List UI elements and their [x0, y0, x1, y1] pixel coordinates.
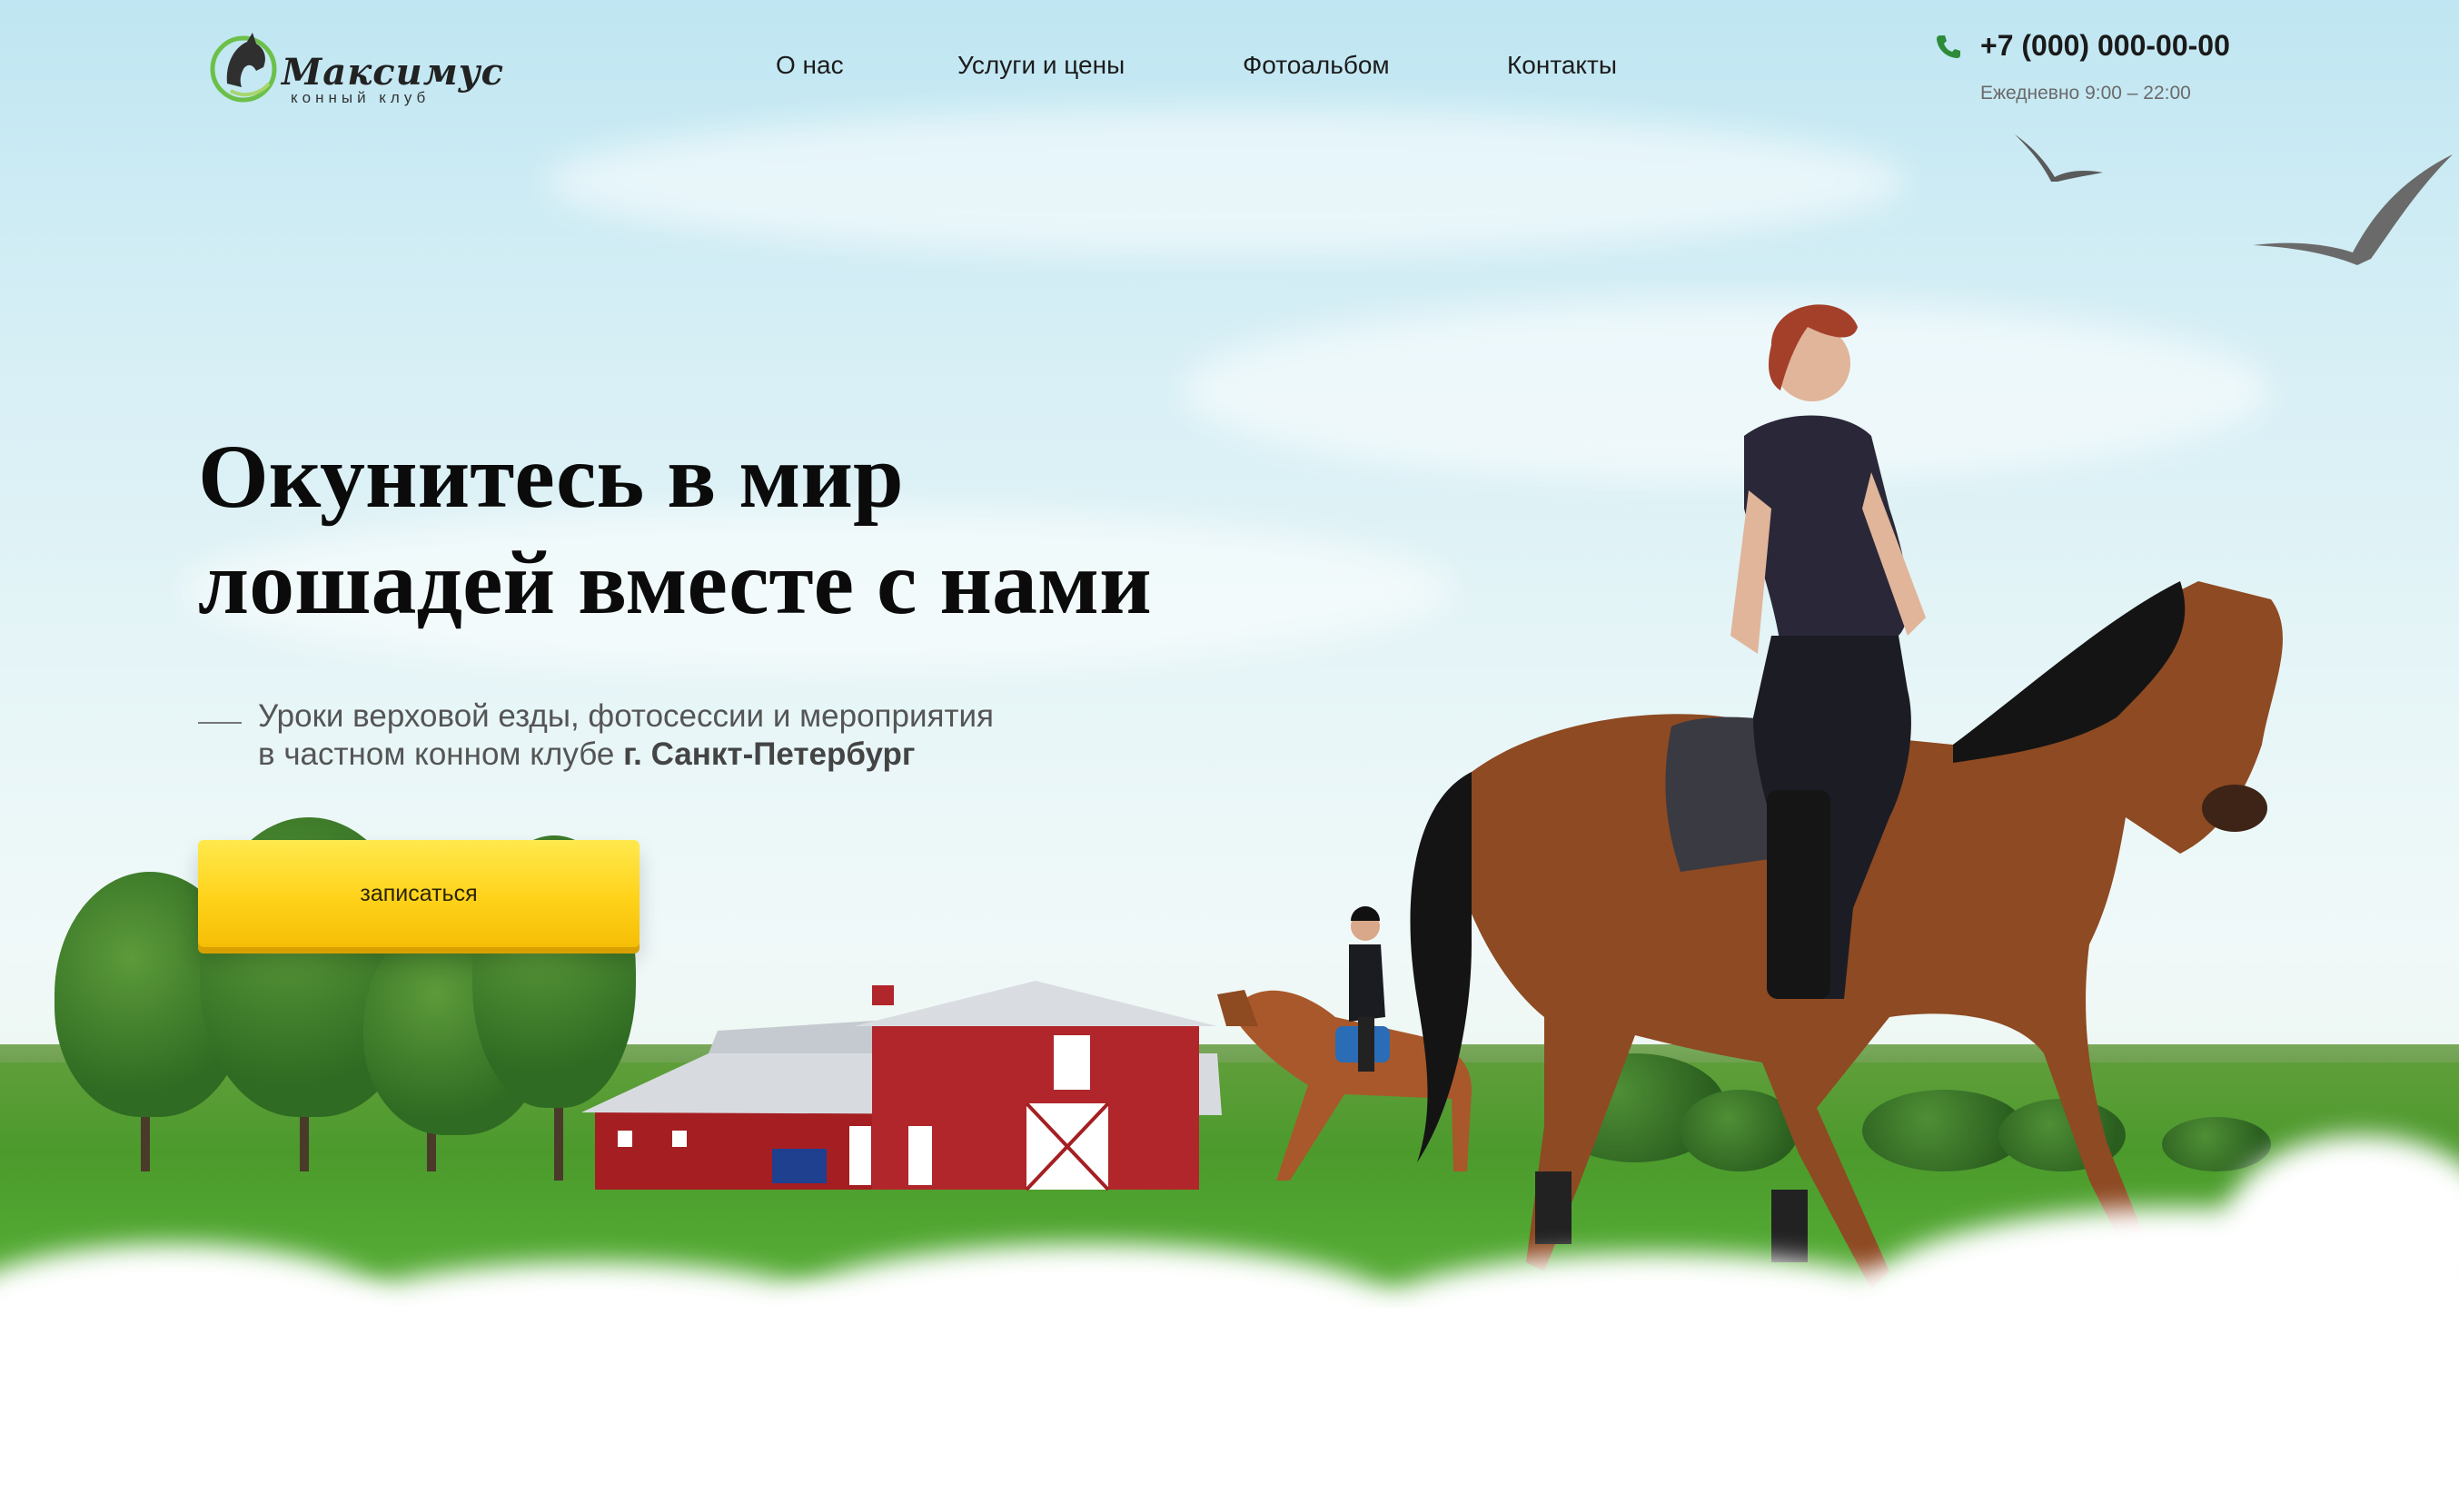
red-barn — [581, 981, 1222, 1191]
subtitle-dash — [198, 722, 242, 724]
working-hours: Ежедневно 9:00 – 22:00 — [1980, 83, 2191, 104]
signup-button[interactable]: записаться — [198, 840, 640, 947]
logo-name: Максимус — [282, 51, 505, 94]
horse-head-icon — [210, 33, 277, 103]
nav-photo-album[interactable]: Фотоальбом — [1243, 51, 1390, 80]
headline-line-1: Окунитесь в мир — [198, 426, 904, 527]
phone-number[interactable]: +7 (000) 000-00-00 — [1980, 29, 2230, 63]
headline-line-2: лошадей вместе с нами — [198, 532, 1152, 633]
logo-subtitle: конный клуб — [291, 89, 431, 106]
birds — [2015, 134, 2453, 265]
nav-contacts[interactable]: Контакты — [1507, 51, 1617, 80]
subtitle-city: г. Санкт-Петербург — [623, 736, 916, 772]
nav-about[interactable]: О нас — [776, 51, 844, 80]
nav-services-prices[interactable]: Услуги и цены — [957, 51, 1125, 80]
subtitle-line-1: Уроки верховой езды, фотосессии и меропр… — [258, 698, 995, 734]
hero-headline: Окунитесь в мир лошадей вместе с нами — [198, 423, 1379, 636]
hero-subtitle: Уроки верховой езды, фотосессии и меропр… — [258, 697, 1257, 774]
logo[interactable]: Максимус конный клуб — [207, 25, 503, 113]
subtitle-line-2-prefix: в частном конном клубе — [258, 736, 624, 772]
page-bottom — [0, 1308, 2459, 1512]
phone-icon — [1937, 35, 1960, 58]
